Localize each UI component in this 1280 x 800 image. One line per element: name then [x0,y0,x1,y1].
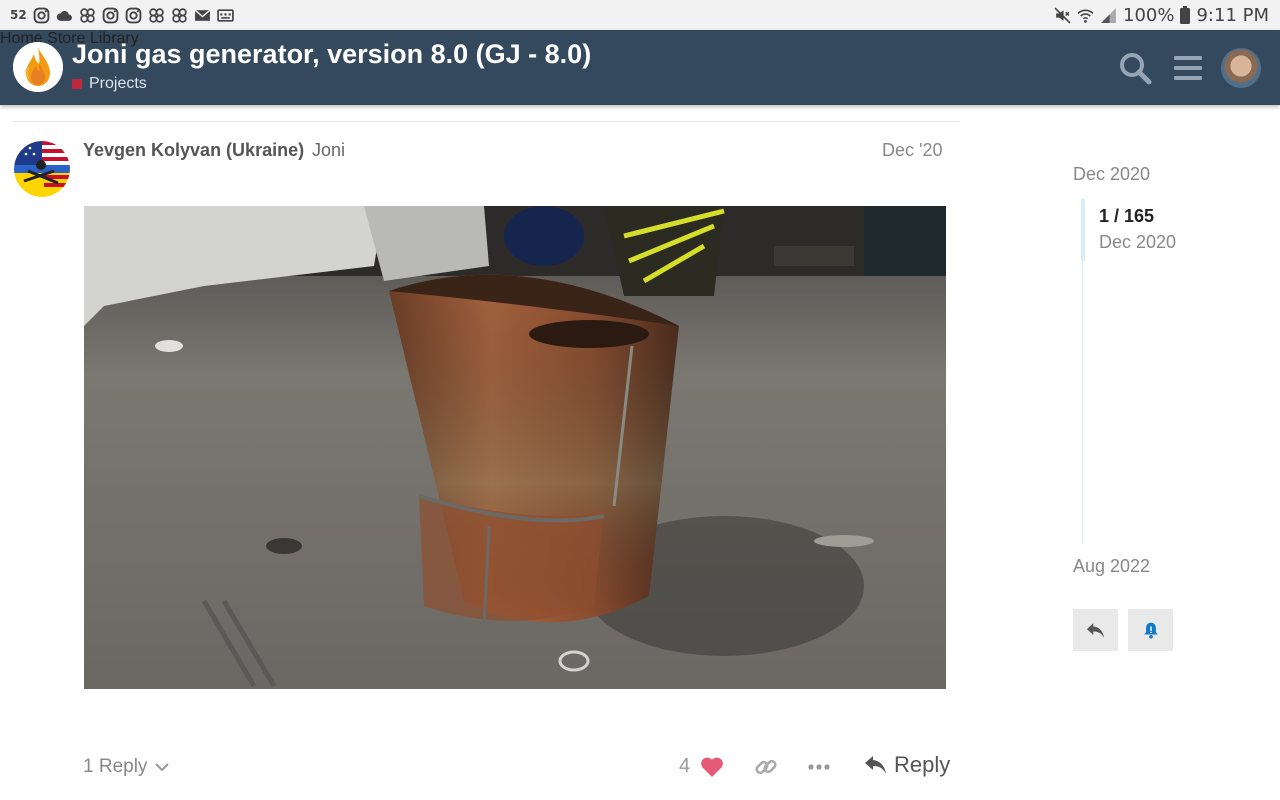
notification-bell-icon [1143,622,1158,639]
clock: 9:11 PM [1196,4,1269,26]
signal-icon [1100,7,1117,24]
temperature-indicator: 52 [10,8,27,22]
site-header: Joni gas generator, version 8.0 (GJ - 8.… [0,30,1280,105]
author-avatar[interactable] [14,141,70,197]
instagram-icon [125,7,142,24]
mail-icon [194,7,211,24]
timeline-end-date[interactable]: Aug 2022 [1073,556,1150,577]
category-label: Projects [89,75,147,92]
instagram-icon [102,7,119,24]
reply-button[interactable]: Reply [864,752,950,778]
like-count[interactable]: 4 [679,755,690,778]
chevron-down-icon [155,763,170,772]
reply-button-label: Reply [894,752,951,777]
mute-icon [1054,6,1071,24]
more-options-icon[interactable] [807,760,831,774]
timeline-notifications-button[interactable] [1128,609,1173,651]
category-color-swatch [72,79,82,89]
hamburger-menu-icon[interactable] [1169,49,1207,87]
reply-arrow-icon [865,756,886,774]
post-image-rusty-cylinder[interactable] [84,206,946,689]
category-badge[interactable]: Projects [72,75,147,93]
status-bar-right: 100% 9:11 PM [1054,5,1280,26]
timeline-position: 1 / 165 [1099,206,1155,226]
timeline-scroll-handle[interactable] [1081,199,1085,261]
wifi-icon [1077,7,1094,24]
timeline-start-date[interactable]: Dec 2020 [1073,164,1150,185]
post-date[interactable]: Dec '20 [882,140,942,161]
timeline-reply-button[interactable] [1073,609,1118,651]
pinwheel-icon [171,7,188,24]
topic-title[interactable]: Joni gas generator, version 8.0 (GJ - 8.… [72,39,591,70]
search-icon[interactable] [1116,49,1154,87]
post-author-username[interactable]: Joni [312,140,345,161]
pinwheel-icon [79,7,96,24]
battery-percentage: 100% [1123,4,1175,26]
site-logo[interactable] [13,42,63,92]
reply-arrow-icon [1086,622,1104,638]
instagram-icon [33,7,50,24]
cloud-icon [56,7,73,24]
status-bar-left: 52 [0,7,234,24]
post-author-name[interactable]: Yevgen Kolyvan (Ukraine) [83,140,304,161]
battery-icon [1180,6,1191,24]
link-icon[interactable] [754,755,778,779]
heart-icon[interactable] [700,756,724,778]
flame-logo-icon [13,42,63,92]
replies-count-label: 1 Reply [83,756,148,777]
post-divider [13,121,960,122]
pinwheel-icon [148,7,165,24]
replies-toggle[interactable]: 1 Reply [83,756,170,778]
keyboard-icon [216,7,234,24]
timeline-current-date: Dec 2020 [1099,232,1177,252]
status-bar: 52 100% 9:11 PM [0,0,1280,30]
user-avatar[interactable] [1221,48,1261,88]
timeline-track[interactable] [1082,261,1083,544]
